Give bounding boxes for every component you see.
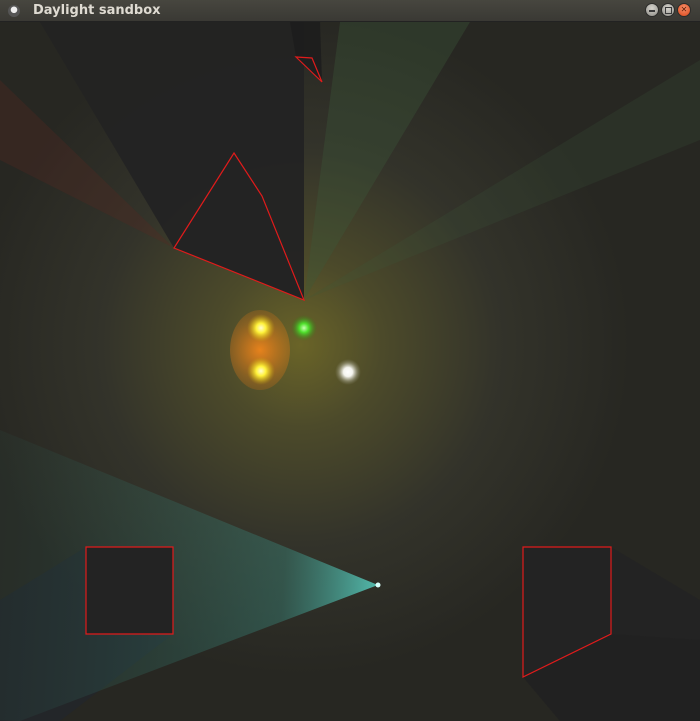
white-light[interactable] [335, 359, 361, 385]
titlebar[interactable]: Daylight sandbox [0, 0, 700, 22]
yellow-light-bottom[interactable] [247, 357, 275, 385]
minimize-button[interactable] [645, 3, 659, 17]
green-light[interactable] [291, 315, 317, 341]
app-window: Daylight sandbox [0, 0, 700, 721]
window-title: Daylight sandbox [33, 3, 161, 18]
render-canvas[interactable] [0, 22, 700, 721]
obstacle-square-left[interactable] [85, 546, 174, 635]
maximize-button[interactable] [661, 3, 675, 17]
app-icon[interactable] [8, 5, 20, 17]
close-button[interactable] [677, 3, 691, 17]
yellow-light-top[interactable] [247, 314, 275, 342]
cyan-spotlight[interactable] [375, 582, 381, 588]
